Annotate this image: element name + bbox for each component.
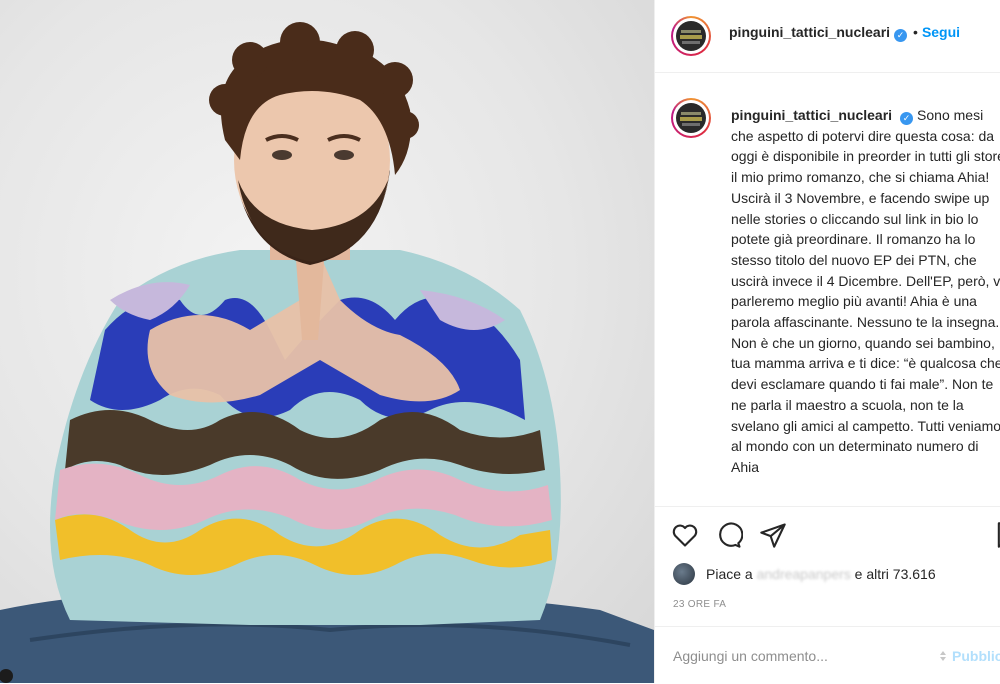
likes-prefix: Piace a	[706, 566, 753, 582]
comment-box: Aggiungi un commento... Pubblica	[655, 626, 1000, 684]
post-actions: Piace a andreapanpers e altri 73.616 23 …	[655, 506, 1000, 627]
post-side-panel: pinguini_tattici_nucleari ✓ • Segui pinguin…	[654, 0, 1000, 683]
follow-button[interactable]: Segui	[922, 24, 960, 40]
caption-author-avatar[interactable]	[671, 98, 711, 138]
comments-scroll-area[interactable]: pinguini_tattici_nucleari ✓ Sono mesi che …	[655, 73, 1000, 505]
publish-button[interactable]: Pubblica	[937, 648, 1000, 664]
header-author: pinguini_tattici_nucleari ✓ • Segui	[729, 24, 960, 42]
likes-count[interactable]: e altri 73.616	[855, 566, 936, 582]
heart-icon[interactable]	[671, 521, 699, 549]
liker-avatar[interactable]	[673, 563, 695, 585]
header-separator: •	[913, 24, 918, 40]
post-timestamp[interactable]: 23 ORE FA	[673, 599, 726, 610]
verified-badge-icon: ✓	[894, 29, 908, 42]
comment-input[interactable]: Aggiungi un commento...	[673, 648, 828, 664]
comment-icon[interactable]	[715, 521, 743, 549]
bookmark-icon[interactable]	[993, 521, 1000, 549]
author-avatar[interactable]	[671, 16, 711, 56]
emoji-icon	[940, 651, 946, 661]
post-image	[0, 22, 654, 683]
author-username[interactable]: pinguini_tattici_nucleari	[729, 24, 890, 40]
publish-label: Pubblica	[952, 648, 1000, 664]
verified-badge-icon: ✓	[900, 112, 914, 125]
post-header: pinguini_tattici_nucleari ✓ • Segui	[655, 0, 1000, 73]
share-icon[interactable]	[759, 521, 787, 549]
liker-username[interactable]: andreapanpers	[757, 566, 851, 582]
post-caption: pinguini_tattici_nucleari ✓ Sono mesi che …	[731, 105, 1000, 478]
post-photo[interactable]	[0, 0, 654, 683]
caption-author-username[interactable]: pinguini_tattici_nucleari	[731, 107, 892, 123]
caption-text: Sono mesi che aspetto di potervi dire qu…	[731, 107, 1000, 475]
